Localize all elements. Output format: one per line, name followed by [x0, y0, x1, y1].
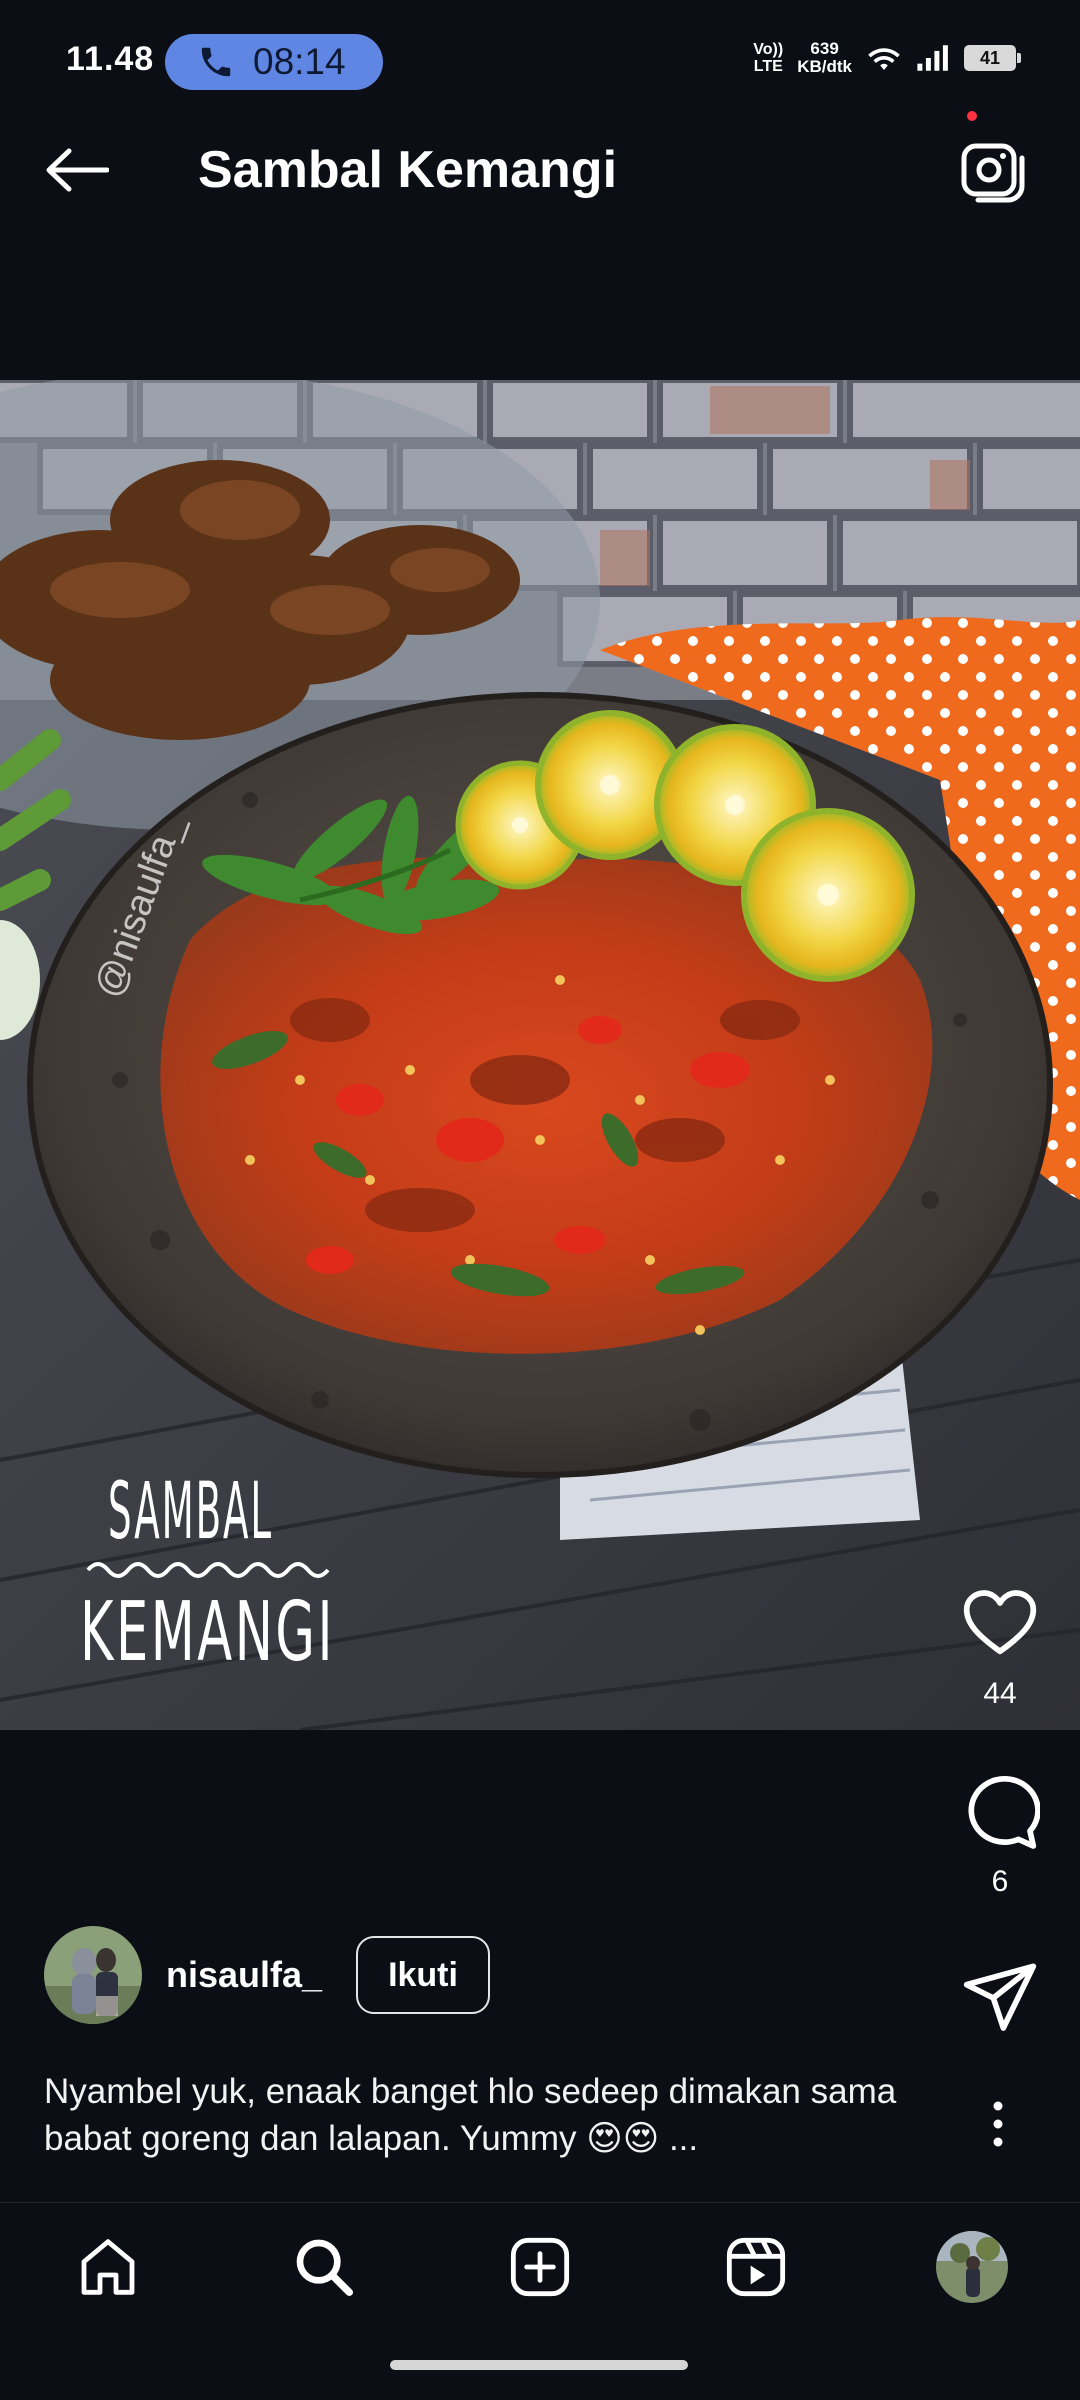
more-vertical-icon	[993, 2101, 1003, 2147]
add-post-icon	[510, 2237, 570, 2297]
profile-avatar-image	[936, 2231, 1008, 2303]
home-gesture-bar[interactable]	[390, 2360, 688, 2370]
nav-reels[interactable]	[720, 2231, 792, 2303]
sambal-photo: @nisaulfa_ SAMBAL KEMANGI	[0, 380, 1080, 1730]
overlay-title-bottom: KEMANGI	[80, 1585, 335, 1680]
author-avatar[interactable]	[44, 1926, 142, 2024]
volte-indicator: Vo)) LTE	[753, 41, 783, 75]
call-duration: 08:14	[253, 41, 346, 82]
arrow-left-icon	[46, 148, 109, 192]
phone-icon	[201, 47, 231, 77]
volte-top-label: Vo))	[753, 41, 784, 58]
bottom-navigation	[0, 2202, 1080, 2332]
post-caption[interactable]: Nyambel yuk, enaak banget hlo sedeep dim…	[44, 2068, 924, 2162]
like-action: 44	[950, 1583, 1050, 1711]
profile-notification-dot	[967, 111, 977, 121]
more-options-button[interactable]	[978, 2094, 1018, 2154]
status-bar: 11.48 08:14 Vo)) LTE 639 KB/dtk 41	[0, 0, 1080, 96]
ongoing-call-pill[interactable]: 08:14	[165, 34, 383, 90]
back-button[interactable]	[42, 140, 112, 200]
page-title: Sambal Kemangi	[198, 141, 618, 199]
nav-create[interactable]	[504, 2231, 576, 2303]
search-icon	[296, 2239, 353, 2296]
post-image[interactable]: @nisaulfa_ SAMBAL KEMANGI	[0, 380, 1080, 1730]
nav-search[interactable]	[288, 2231, 360, 2303]
overlay-title-top: SAMBAL	[108, 1467, 273, 1557]
volte-bottom-label: LTE	[753, 58, 783, 75]
home-icon	[81, 2239, 135, 2295]
like-count[interactable]: 44	[950, 1677, 1050, 1711]
camera-icon	[961, 143, 1025, 203]
follow-button[interactable]: Ikuti	[356, 1936, 490, 2014]
post-author-row: nisaulfa_ Ikuti	[44, 1925, 944, 2025]
author-avatar-image	[44, 1926, 142, 2024]
battery-indicator: 41	[964, 45, 1021, 71]
network-speed-unit: KB/dtk	[797, 57, 852, 76]
send-icon[interactable]	[960, 1958, 1040, 2038]
heart-icon[interactable]	[960, 1583, 1040, 1663]
author-username[interactable]: nisaulfa_	[166, 1954, 322, 1996]
status-time: 11.48	[66, 40, 155, 78]
comment-count[interactable]: 6	[950, 1865, 1050, 1899]
share-action	[950, 1958, 1050, 2038]
top-app-bar: Sambal Kemangi	[0, 100, 1080, 240]
status-icons: Vo)) LTE 639 KB/dtk 41	[753, 40, 1021, 76]
nav-profile[interactable]	[936, 2231, 1008, 2303]
comment-action: 6	[950, 1771, 1050, 1899]
profile-avatar	[936, 2231, 1008, 2303]
network-speed-value: 639	[810, 39, 839, 58]
comment-icon[interactable]	[960, 1771, 1040, 1851]
reels-icon	[726, 2237, 786, 2297]
network-speed: 639 KB/dtk	[797, 40, 852, 76]
wifi-icon	[868, 48, 900, 70]
signal-icon	[917, 45, 948, 71]
nav-home[interactable]	[72, 2231, 144, 2303]
camera-button[interactable]	[960, 140, 1026, 204]
screen: 11.48 08:14 Vo)) LTE 639 KB/dtk 41 Samba…	[0, 0, 1080, 2400]
